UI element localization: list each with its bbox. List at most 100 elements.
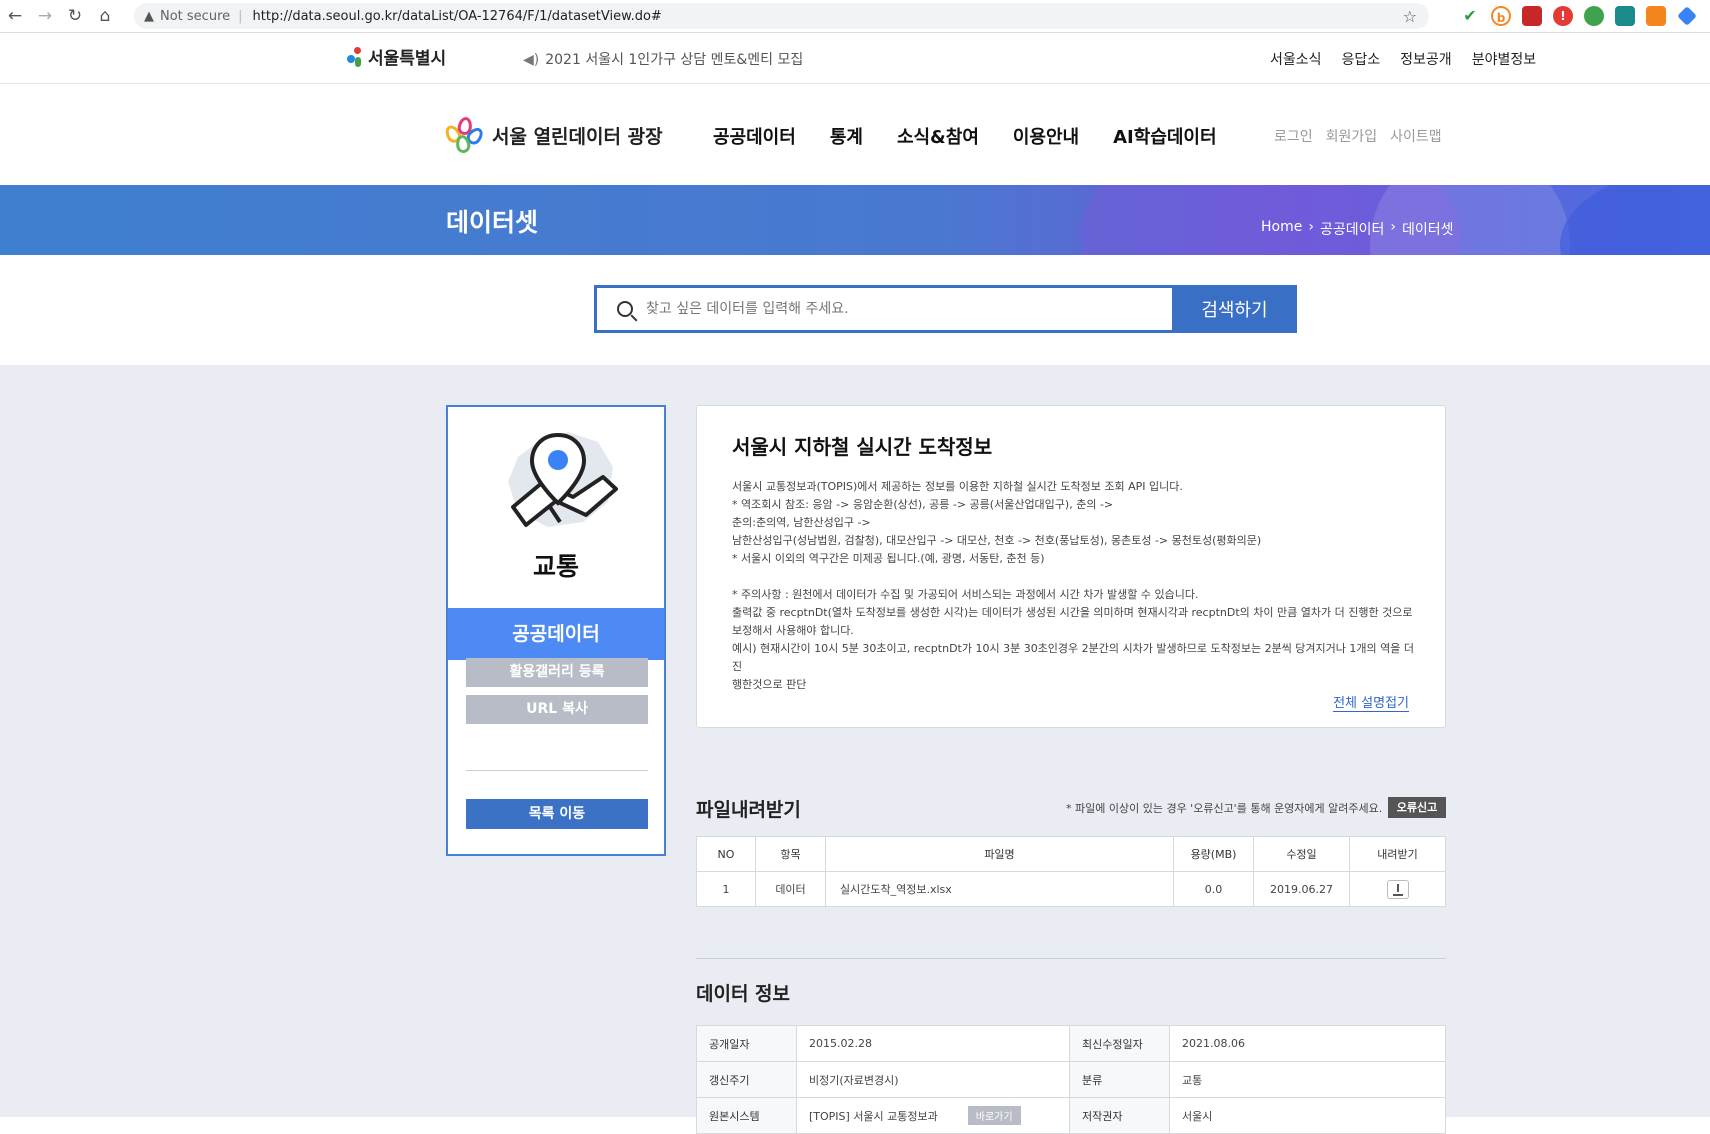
reload-icon[interactable]: ↻ — [60, 6, 90, 26]
dataset-description: 서울시 교통정보과(TOPIS)에서 제공하는 정보를 이용한 지하철 실시간 … — [732, 478, 1422, 694]
info-value: 교통 — [1169, 1061, 1446, 1098]
seoul-logo-text: 서울특별시 — [368, 49, 447, 69]
brand-text: 서울 열린데이터 광장 — [492, 125, 663, 148]
top-links: 서울소식 응답소 정보공개 분야별정보 — [1270, 49, 1536, 69]
extensions-bar: ✔ b ! — [1460, 6, 1697, 26]
col-date: 수정일 — [1253, 836, 1350, 872]
breadcrumb: Home › 공공데이터 › 데이터셋 — [1261, 219, 1454, 239]
collapse-description-link[interactable]: 전체 설명접기 — [1333, 692, 1409, 712]
toplink-news[interactable]: 서울소식 — [1270, 49, 1322, 69]
cell-no: 1 — [696, 871, 756, 907]
address-separator: | — [238, 8, 243, 24]
files-note: * 파일에 이상이 있는 경우 '오류신고'를 통해 운영자에게 알려주세요. — [1066, 802, 1383, 815]
section-divider — [696, 958, 1446, 959]
desc-line: 출력값 중 recptnDt(열차 도착정보를 생성한 시각)는 데이터가 생성… — [732, 606, 1413, 619]
desc-line: 행한것으로 판단 — [732, 678, 807, 691]
toplink-eungdapso[interactable]: 응답소 — [1342, 49, 1381, 69]
search-icon — [617, 301, 633, 317]
list-move-button[interactable]: 목록 이동 — [466, 799, 648, 829]
toplink-field-info[interactable]: 분야별정보 — [1472, 49, 1536, 69]
info-value: 서울시 — [1169, 1097, 1446, 1134]
table-header-row: NO 항목 파일명 용량(MB) 수정일 내려받기 — [696, 836, 1446, 872]
search-button[interactable]: 검색하기 — [1172, 285, 1297, 333]
files-section-title: 파일내려받기 — [696, 799, 801, 821]
download-icon[interactable] — [1386, 879, 1409, 899]
brand-logo-icon — [442, 115, 488, 155]
info-key: 최신수정일자 — [1069, 1025, 1170, 1062]
back-icon[interactable]: ← — [0, 6, 30, 26]
col-download: 내려받기 — [1349, 836, 1446, 872]
files-table: NO 항목 파일명 용량(MB) 수정일 내려받기 1 데이터 실시간도착_역정… — [696, 836, 1446, 907]
home-icon[interactable]: ⌂ — [90, 6, 120, 26]
breadcrumb-home[interactable]: Home — [1261, 219, 1302, 239]
chevron-right-icon: › — [1390, 219, 1396, 235]
adblock-extension-icon[interactable]: ! — [1553, 6, 1573, 26]
info-table: 공개일자 2015.02.28 최신수정일자 2021.08.06 갱신주기 비… — [696, 1025, 1446, 1134]
search-box — [594, 285, 1174, 333]
page-hero: 데이터셋 Home › 공공데이터 › 데이터셋 — [0, 185, 1710, 255]
fox-extension-icon[interactable] — [1646, 6, 1666, 26]
desc-line: 춘의:춘의역, 남한산성입구 -> — [732, 516, 871, 529]
go-button[interactable]: 바로가기 — [967, 1106, 1021, 1125]
info-value: [TOPIS] 서울시 교통정보과 바로가기 — [796, 1097, 1070, 1134]
error-report-button[interactable]: 오류신고 — [1388, 797, 1446, 818]
menu-news[interactable]: 소식&참여 — [897, 123, 979, 149]
category-sidebar: 교통 공공데이터 활용갤러리 등록 URL 복사 목록 이동 — [446, 405, 666, 856]
desc-line: * 주의사항 : 원천에서 데이터가 수집 및 가공되어 서비스되는 과정에서 … — [732, 588, 1199, 601]
content-area: 교통 공공데이터 활용갤러리 등록 URL 복사 목록 이동 서울시 지하철 실… — [0, 365, 1710, 1134]
sitemap-link[interactable]: 사이트맵 — [1390, 126, 1442, 146]
url-copy-button[interactable]: URL 복사 — [466, 695, 648, 724]
forward-icon[interactable]: → — [30, 6, 60, 26]
notice-ticker[interactable]: ◀) 2021 서울시 1인가구 상담 멘토&멘티 모집 — [523, 49, 803, 69]
signup-link[interactable]: 회원가입 — [1326, 126, 1378, 146]
info-key: 공개일자 — [696, 1025, 797, 1062]
table-row: 갱신주기 비정기(자료변경시) 분류 교통 — [696, 1061, 1446, 1098]
book-extension-icon[interactable] — [1522, 6, 1542, 26]
data-type-label: 공공데이터 — [448, 608, 664, 660]
cell-date: 2019.06.27 — [1253, 871, 1350, 907]
login-link[interactable]: 로그인 — [1274, 126, 1313, 146]
hero-decoration — [1560, 185, 1710, 255]
browser-toolbar: ← → ↻ ⌂ ▲ Not secure | http://data.seoul… — [0, 0, 1710, 33]
desc-line: 서울시 교통정보과(TOPIS)에서 제공하는 정보를 이용한 지하철 실시간 … — [732, 480, 1183, 493]
breadcrumb-public-data[interactable]: 공공데이터 — [1320, 219, 1384, 239]
desc-line: 남한산성입구(성남법원, 검찰청), 대모산입구 -> 대모산, 천호 -> 천… — [732, 534, 1262, 547]
sidebar-divider — [466, 770, 648, 771]
desc-line — [732, 568, 1422, 586]
menu-statistics[interactable]: 통계 — [830, 123, 863, 149]
address-bar[interactable]: ▲ Not secure | http://data.seoul.go.kr/d… — [134, 3, 1429, 29]
menu-ai-data[interactable]: AI학습데이터 — [1113, 123, 1216, 149]
url-text[interactable]: http://data.seoul.go.kr/dataList/OA-1276… — [253, 9, 662, 24]
notice-text[interactable]: 2021 서울시 1인가구 상담 멘토&멘티 모집 — [545, 52, 803, 68]
col-size: 용량(MB) — [1173, 836, 1254, 872]
search-section: 검색하기 — [0, 255, 1710, 365]
menu-public-data[interactable]: 공공데이터 — [713, 123, 796, 149]
diamond-extension-icon[interactable] — [1677, 6, 1697, 26]
search-input[interactable] — [646, 301, 1126, 317]
site-brand[interactable]: 서울 열린데이터 광장 — [442, 115, 663, 155]
dataset-card: 서울시 지하철 실시간 도착정보 서울시 교통정보과(TOPIS)에서 제공하는… — [696, 405, 1446, 728]
swirl-extension-icon[interactable] — [1615, 6, 1635, 26]
menu-guide[interactable]: 이용안내 — [1013, 123, 1079, 149]
table-row: 공개일자 2015.02.28 최신수정일자 2021.08.06 — [696, 1025, 1446, 1062]
col-filename: 파일명 — [825, 836, 1174, 872]
seoul-logo-icon — [345, 45, 365, 69]
page-title: 데이터셋 — [446, 208, 539, 237]
toplink-info-open[interactable]: 정보공개 — [1400, 49, 1452, 69]
desc-line: * 역조회시 참조: 응암 -> 응암순환(상선), 공릉 -> 공릉(서울산업… — [732, 498, 1114, 511]
seoul-topbar: 서울특별시 ◀) 2021 서울시 1인가구 상담 멘토&멘티 모집 서울소식 응… — [0, 33, 1710, 84]
gallery-register-button[interactable]: 활용갤러리 등록 — [466, 658, 648, 687]
bookmark-star-icon[interactable]: ☆ — [1403, 7, 1417, 26]
col-no: NO — [696, 836, 756, 872]
info-section-title: 데이터 정보 — [696, 983, 791, 1005]
info-key: 분류 — [1069, 1061, 1170, 1098]
info-key: 저작권자 — [1069, 1097, 1170, 1134]
desc-line: * 서울시 이외의 역구간은 미제공 됩니다.(예, 광명, 서동탄, 춘천 등… — [732, 552, 1045, 565]
check-extension-icon[interactable]: ✔ — [1460, 6, 1480, 26]
speaker-icon: ◀) — [523, 52, 540, 68]
cell-item: 데이터 — [755, 871, 826, 907]
seoul-logo[interactable]: 서울특별시 — [345, 44, 446, 69]
b-extension-icon[interactable]: b — [1491, 6, 1511, 26]
breadcrumb-dataset: 데이터셋 — [1401, 222, 1454, 238]
evernote-extension-icon[interactable] — [1584, 6, 1604, 26]
